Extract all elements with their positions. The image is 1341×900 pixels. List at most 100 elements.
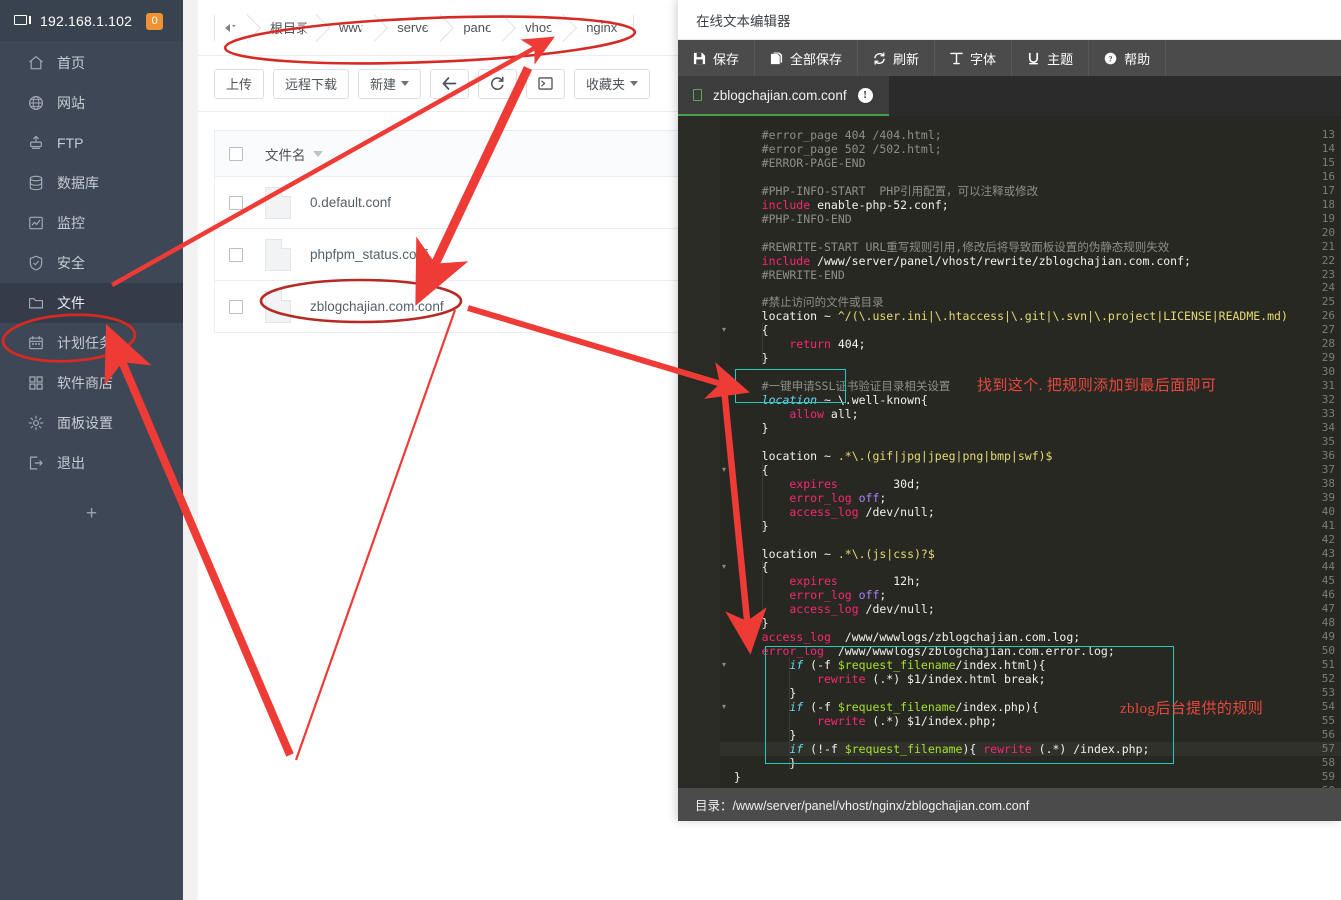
editor-save-button[interactable]: 保存 [678, 40, 756, 76]
code-line[interactable]: } [734, 756, 796, 770]
code-line[interactable]: location ~ .*\.(js|css)?$ [734, 547, 935, 561]
sidebar-item-3[interactable]: 数据库 [0, 163, 183, 203]
line-number: 55 [1321, 713, 1335, 727]
code-line[interactable]: location ~ ^/(\.user.ini|\.htaccess|\.gi… [734, 309, 1288, 323]
code-line[interactable]: location ~ .*\.(gif|jpg|jpeg|png|bmp|swf… [734, 449, 1053, 463]
code-line[interactable]: rewrite (.*) $1/index.html break; [734, 672, 1045, 686]
code-line[interactable]: access_log /dev/null; [734, 602, 934, 616]
row-checkbox[interactable] [229, 299, 243, 314]
code-line[interactable]: { [734, 323, 769, 337]
file-name-label[interactable]: phpfpm_status.conf [310, 247, 428, 262]
code-line[interactable]: { [734, 560, 769, 574]
code-line[interactable]: #PHP-INFO-END [734, 212, 852, 226]
fold-toggle-icon[interactable]: ▾ [722, 323, 730, 337]
code-line[interactable]: include /www/server/panel/vhost/rewrite/… [734, 254, 1191, 268]
code-line[interactable]: access_log /www/wwwlogs/zblogchajian.com… [734, 630, 1081, 644]
code-line[interactable]: #PHP-INFO-START PHP引用配置，可以注释或修改 [734, 184, 1038, 198]
fold-toggle-icon[interactable]: ▾ [722, 560, 730, 574]
code-line[interactable]: #ERROR-PAGE-END [734, 156, 866, 170]
info-icon[interactable]: ! [857, 87, 873, 103]
theme-icon [1027, 52, 1040, 65]
favorites-button[interactable]: 收藏夹 [574, 68, 651, 99]
breadcrumb-item-3[interactable]: panel [449, 13, 512, 42]
breadcrumb-item-4[interactable]: vhost [511, 13, 573, 42]
row-checkbox[interactable] [229, 195, 243, 210]
editor-font-button[interactable]: 字体 [935, 40, 1013, 76]
editor-theme-button[interactable]: 主题 [1012, 40, 1090, 76]
code-editor[interactable]: 13 #error_page 404 /404.html; 14 #error_pag… [678, 116, 1341, 788]
code-line[interactable]: access_log /dev/null; [734, 505, 934, 519]
code-line[interactable]: if (-f $request_filename/index.php){ [734, 700, 1038, 714]
breadcrumb-back-button[interactable] [215, 13, 256, 42]
code-line[interactable]: return 404; [734, 337, 865, 351]
file-name-label[interactable]: 0.default.conf [310, 195, 391, 210]
fold-toggle-icon[interactable]: ▾ [722, 658, 730, 672]
code-line[interactable]: } [734, 519, 769, 533]
sidebar-item-2[interactable]: FTP [0, 123, 183, 163]
sidebar-item-5[interactable]: 安全 [0, 243, 183, 283]
code-line[interactable]: if (-f $request_filename/index.html){ [734, 658, 1045, 672]
code-line[interactable]: } [734, 421, 769, 435]
select-all-checkbox[interactable] [229, 146, 243, 161]
code-line[interactable]: } [734, 770, 741, 784]
line-number: 56 [1321, 727, 1335, 741]
code-line[interactable]: #error_page 404 /404.html; [734, 128, 942, 142]
sort-desc-icon[interactable] [312, 150, 323, 157]
sidebar-item-1[interactable]: 网站 [0, 83, 183, 123]
sidebar-item-4[interactable]: 监控 [0, 203, 183, 243]
fold-toggle-icon[interactable]: ▾ [722, 463, 730, 477]
fold-toggle-icon[interactable]: ▾ [722, 700, 730, 714]
file-name-label[interactable]: zblogchajian.com.conf [310, 299, 444, 314]
code-line[interactable]: #REWRITE-START URL重写规则引用,修改后将导致面板设置的伪静态规… [734, 240, 1170, 254]
code-line[interactable]: } [734, 351, 769, 365]
line-number: 59 [1321, 769, 1335, 783]
code-line[interactable]: allow all; [734, 407, 858, 421]
code-line[interactable]: if (!-f $request_filename){ rewrite (.*)… [734, 742, 1149, 756]
code-token: \.well-known{ [837, 393, 928, 408]
code-line[interactable]: error_log off; [734, 588, 886, 602]
sidebar-item-6[interactable]: 文件 [0, 283, 183, 323]
refresh-button[interactable] [478, 68, 518, 99]
code-line[interactable]: error_log off; [734, 491, 886, 505]
breadcrumb-item-1[interactable]: www [325, 13, 384, 42]
breadcrumb-item-0[interactable]: 根目录 [256, 13, 326, 42]
code-line[interactable]: } [734, 728, 796, 742]
terminal-button[interactable] [526, 68, 566, 99]
code-token: { [761, 560, 769, 575]
code-line[interactable]: #一键申请SSL证书验证目录相关设置 [734, 379, 951, 393]
sidebar-item-0[interactable]: 首页 [0, 43, 183, 83]
sidebar-item-9[interactable]: 面板设置 [0, 403, 183, 443]
breadcrumb-item-2[interactable]: server [383, 13, 450, 42]
code-line[interactable]: location ~ \.well-known{ [734, 393, 928, 407]
editor-save-all-button[interactable]: 全部保存 [755, 40, 859, 76]
code-line[interactable]: include enable-php-52.conf; [734, 198, 949, 212]
sidebar-item-label: 文件 [57, 295, 85, 311]
code-line[interactable]: #error_page 502 /502.html; [734, 142, 942, 156]
back-button[interactable] [430, 68, 470, 99]
sidebar-item-7[interactable]: 计划任务 [0, 323, 183, 363]
save-icon [693, 52, 706, 65]
sidebar-item-10[interactable]: 退出 [0, 443, 183, 483]
sidebar-item-label: 安全 [57, 255, 85, 271]
editor-tab-zblogchajian[interactable]: zblogchajian.com.conf ! [678, 76, 889, 116]
add-server-button[interactable]: + [0, 499, 183, 529]
code-line[interactable]: rewrite (.*) $1/index.php; [734, 714, 997, 728]
sidebar-item-8[interactable]: 软件商店 [0, 363, 183, 403]
breadcrumb[interactable]: 根目录 www server panel vhost nginx [214, 13, 635, 42]
editor-refresh-button[interactable]: 刷新 [858, 40, 936, 76]
breadcrumb-item-5[interactable]: nginx [572, 13, 634, 42]
code-line[interactable]: #禁止访问的文件或目录 [734, 295, 884, 309]
line-number: 23 [1321, 267, 1335, 281]
code-line[interactable]: error_log /www/wwwlogs/zblogchajian.com.… [734, 644, 1115, 658]
upload-button[interactable]: 上传 [214, 68, 265, 99]
code-line[interactable]: } [734, 616, 769, 630]
code-line[interactable]: { [734, 463, 769, 477]
row-checkbox[interactable] [229, 247, 243, 262]
code-token: ; [879, 588, 887, 603]
remote-download-button[interactable]: 远程下载 [273, 68, 350, 99]
new-button[interactable]: 新建 [358, 68, 422, 99]
editor-help-button[interactable]: ? 帮助 [1089, 40, 1167, 76]
code-line[interactable]: #REWRITE-END [734, 268, 845, 282]
breadcrumb-item-label: server [397, 20, 434, 35]
code-line[interactable]: } [734, 686, 796, 700]
